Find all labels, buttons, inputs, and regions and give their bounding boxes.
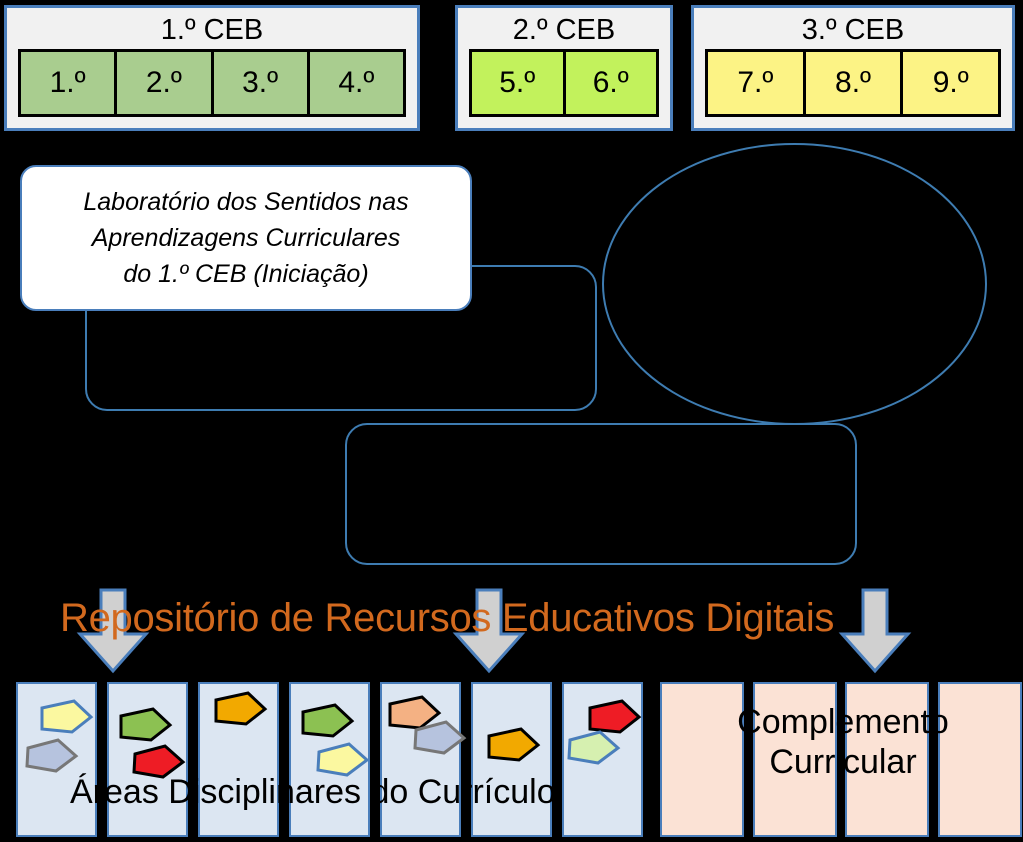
year-cell-3-3[interactable]: 9.º xyxy=(900,49,1002,117)
pentagon-shape xyxy=(487,727,541,762)
rounded-rect-bottom[interactable] xyxy=(345,423,857,565)
year-row-2: 5.º 6.º xyxy=(458,47,670,128)
year-cell-1-2[interactable]: 2.º xyxy=(114,49,214,117)
pentagon-shape xyxy=(214,691,268,726)
down-arrow-right[interactable] xyxy=(838,588,912,679)
cycle-panel-3: 3.º CEB 7.º 8.º 9.º xyxy=(691,5,1015,131)
pentagon-shape xyxy=(567,730,621,765)
lab-callout-box[interactable]: Laboratório dos Sentidos nas Aprendizage… xyxy=(20,165,472,311)
diagram-canvas: 1.º CEB 1.º 2.º 3.º 4.º 2.º CEB 5.º 6.º … xyxy=(0,0,1023,842)
year-cell-3-1[interactable]: 7.º xyxy=(705,49,806,117)
cycle-title-3: 3.º CEB xyxy=(801,14,905,46)
complemento-line-2: Curricular xyxy=(769,743,917,781)
card-7[interactable] xyxy=(562,682,643,837)
pentagon-shape xyxy=(40,699,94,734)
complemento-label: Complemento Curricular xyxy=(718,702,968,782)
card-3[interactable] xyxy=(198,682,279,837)
pentagon-shape xyxy=(301,703,355,738)
year-row-1: 1.º 2.º 3.º 4.º xyxy=(7,47,417,128)
lab-callout-text: Laboratório dos Sentidos nas Aprendizage… xyxy=(69,184,422,292)
year-cell-2-1[interactable]: 5.º xyxy=(469,49,566,117)
cycle-panel-1: 1.º CEB 1.º 2.º 3.º 4.º xyxy=(4,5,420,131)
cycle-panel-2: 2.º CEB 5.º 6.º xyxy=(455,5,673,131)
pentagon-shape xyxy=(25,738,79,773)
areas-label: Áreas Disciplinares do Currículo xyxy=(70,773,556,811)
card-1[interactable] xyxy=(16,682,97,837)
page-title: Repositório de Recursos Educativos Digit… xyxy=(60,596,835,640)
cycle-title-1: 1.º CEB xyxy=(160,14,264,46)
cycle-title-2: 2.º CEB xyxy=(512,14,616,46)
lab-line-1: Laboratório dos Sentidos nas xyxy=(83,188,409,216)
card-2[interactable] xyxy=(107,682,188,837)
year-cell-2-2[interactable]: 6.º xyxy=(562,49,659,117)
card-5[interactable] xyxy=(380,682,467,837)
card-4[interactable] xyxy=(289,682,370,837)
year-cell-1-4[interactable]: 4.º xyxy=(306,49,406,117)
year-row-3: 7.º 8.º 9.º xyxy=(694,47,1012,128)
lab-line-2: Aprendizagens Curriculares xyxy=(91,224,401,252)
pentagon-shape xyxy=(413,720,467,755)
card-6[interactable] xyxy=(471,682,552,837)
pentagon-shape xyxy=(119,707,173,742)
ellipse-right[interactable] xyxy=(602,143,987,425)
year-cell-3-2[interactable]: 8.º xyxy=(802,49,904,117)
year-cell-1-3[interactable]: 3.º xyxy=(210,49,310,117)
complemento-line-1: Complemento xyxy=(737,703,949,741)
lab-line-3: do 1.º CEB (Iniciação) xyxy=(123,260,369,288)
year-cell-1-1[interactable]: 1.º xyxy=(18,49,118,117)
